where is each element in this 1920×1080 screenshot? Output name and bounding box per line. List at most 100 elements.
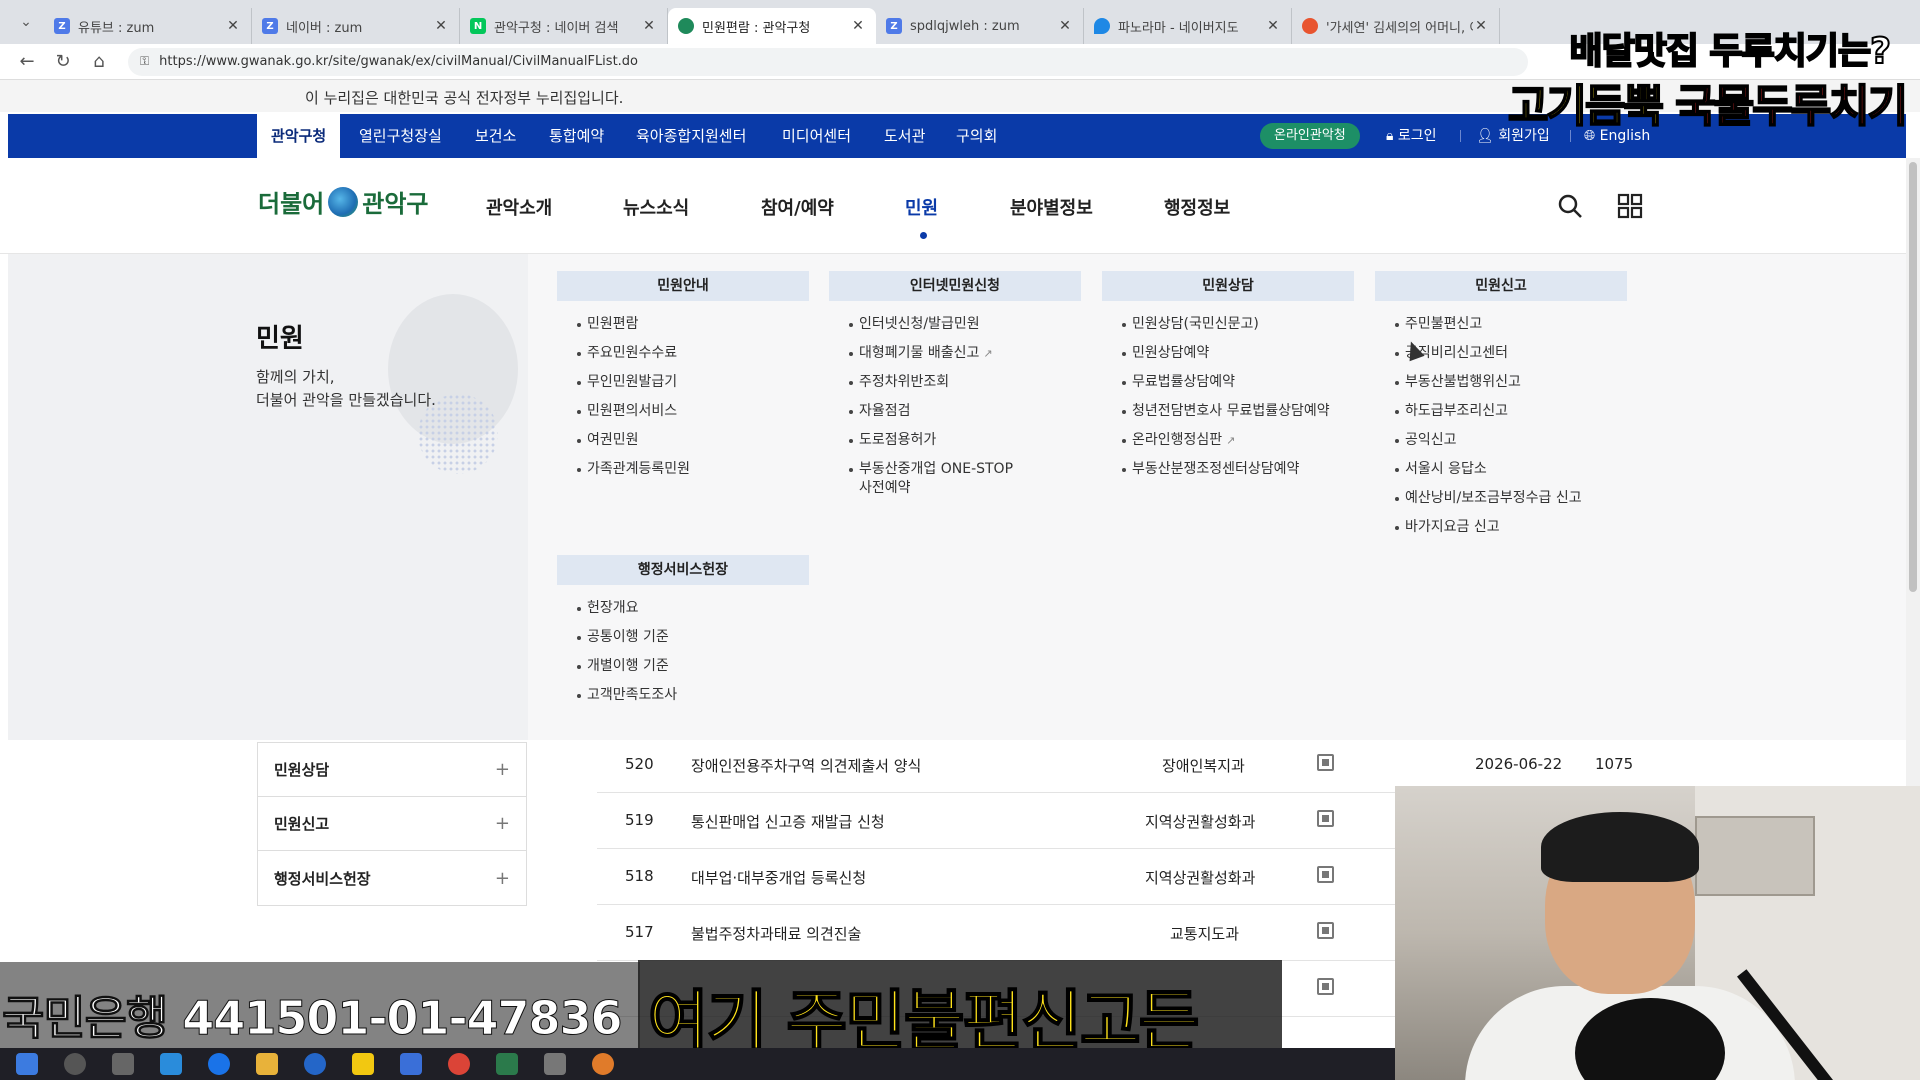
page-scrollbar[interactable] (1906, 158, 1920, 798)
app-icon[interactable] (352, 1053, 374, 1075)
menu-link[interactable]: 부동산분쟁조정센터상담예약 (1122, 460, 1354, 479)
browser-tab[interactable]: Z 유튜브 : zum ✕ (44, 8, 252, 44)
app-icon[interactable] (400, 1053, 422, 1075)
side-menu-charter[interactable]: 행정서비스헌장 + (258, 851, 526, 905)
scrollbar-thumb[interactable] (1909, 162, 1917, 592)
folder-icon[interactable] (256, 1053, 278, 1075)
app-icon[interactable] (544, 1053, 566, 1075)
row-title-link[interactable]: 장애인전용주차구역 의견제출서 양식 (691, 755, 921, 776)
start-icon[interactable] (16, 1053, 38, 1075)
menu-link[interactable]: 공직비리신고센터 (1395, 344, 1627, 363)
home-icon[interactable]: ⌂ (84, 47, 114, 77)
menu-participation[interactable]: 참여/예약 (761, 194, 834, 220)
row-title-link[interactable]: 불법주정차과태료 의견진술 (691, 923, 861, 944)
browser-tab[interactable]: N 관악구청 : 네이버 검색 ✕ (460, 8, 668, 44)
menu-field-info[interactable]: 분야별정보 (1010, 194, 1093, 220)
task-view-icon[interactable] (112, 1053, 134, 1075)
menu-link[interactable]: 자율점검 (849, 402, 1081, 421)
close-tab-icon[interactable]: ✕ (1265, 18, 1281, 34)
browser-tab[interactable]: Zspdlqjwleh : zum ✕ (876, 8, 1084, 44)
document-icon[interactable] (1317, 922, 1334, 939)
side-menu-consult[interactable]: 민원상담 + (258, 743, 526, 797)
login-link[interactable]: 🔒︎ 로그인 (1386, 114, 1437, 158)
topnav-item-mayor[interactable]: 열린구청장실 (359, 114, 442, 158)
menu-link[interactable]: 도로점용허가 (849, 431, 1081, 450)
column-heading[interactable]: 민원안내 (557, 271, 809, 301)
menu-link[interactable]: 하도급부조리신고 (1395, 402, 1627, 421)
menu-link[interactable]: 무인민원발급기 (577, 373, 809, 392)
search-icon[interactable] (1556, 192, 1584, 220)
topnav-item-reservation[interactable]: 통합예약 (549, 114, 604, 158)
site-info-icon[interactable]: ⚿ (140, 54, 149, 69)
menu-link[interactable]: 바가지요금 신고 (1395, 518, 1627, 537)
close-tab-icon[interactable]: ✕ (433, 18, 449, 34)
document-icon[interactable] (1317, 866, 1334, 883)
app-icon[interactable] (592, 1053, 614, 1075)
menu-link[interactable]: 대형폐기물 배출신고 ↗ (849, 344, 1081, 363)
edge-icon[interactable] (208, 1053, 230, 1075)
document-icon[interactable] (1317, 810, 1334, 827)
row-title-link[interactable]: 통신판매업 신고증 재발급 신청 (691, 811, 885, 832)
browser-tab-active[interactable]: 민원편람 : 관악구청 ✕ (668, 8, 876, 44)
menu-link[interactable]: 민원상담(국민신문고) (1122, 315, 1354, 334)
document-icon[interactable] (1317, 754, 1334, 771)
menu-admin-info[interactable]: 행정정보 (1164, 194, 1230, 220)
menu-about[interactable]: 관악소개 (486, 194, 552, 220)
menu-link[interactable]: 민원편람 (577, 315, 809, 334)
menu-link[interactable]: 주정차위반조회 (849, 373, 1081, 392)
close-tab-icon[interactable]: ✕ (225, 18, 241, 34)
browser-tab[interactable]: 파노라마 - 네이버지도 ✕ (1084, 8, 1292, 44)
side-menu-report[interactable]: 민원신고 + (258, 797, 526, 851)
column-heading[interactable]: 행정서비스헌장 (557, 555, 809, 585)
menu-link[interactable]: 고객만족도조사 (577, 686, 809, 705)
menu-civil[interactable]: 민원 (905, 194, 938, 220)
plus-icon[interactable]: + (495, 759, 510, 780)
column-heading[interactable]: 인터넷민원신청 (829, 271, 1081, 301)
browser-tab[interactable]: '가세연' 김세의의 어머니, 이 ✕ (1292, 8, 1500, 44)
column-heading[interactable]: 민원상담 (1102, 271, 1354, 301)
topnav-item-media[interactable]: 미디어센터 (782, 114, 851, 158)
menu-link[interactable]: 서울시 응답소 (1395, 460, 1627, 479)
topnav-item-health[interactable]: 보건소 (475, 114, 516, 158)
close-tab-icon[interactable]: ✕ (1473, 18, 1489, 34)
topnav-item-gwanak[interactable]: 관악구청 (257, 114, 341, 158)
menu-link[interactable]: 온라인행정심판 ↗ (1122, 431, 1354, 450)
plus-icon[interactable]: + (495, 868, 510, 889)
menu-link[interactable]: 민원편의서비스 (577, 402, 809, 421)
menu-link[interactable]: 개별이행 기준 (577, 657, 809, 676)
reload-icon[interactable]: ↻ (48, 47, 78, 77)
grid-menu-icon[interactable] (1616, 192, 1644, 220)
online-gwanak-button[interactable]: 온라인관악청 (1260, 123, 1360, 149)
menu-link-resident-complaint[interactable]: 주민불편신고 (1395, 315, 1627, 334)
menu-link[interactable]: 청년전담변호사 무료법률상담예약 (1122, 402, 1354, 421)
topnav-item-library[interactable]: 도서관 (884, 114, 925, 158)
menu-link[interactable]: 공통이행 기준 (577, 628, 809, 647)
tab-search-chevron-icon[interactable]: ⌄ (12, 8, 40, 36)
menu-link[interactable]: 주요민원수수료 (577, 344, 809, 363)
close-tab-icon[interactable]: ✕ (850, 18, 866, 34)
table-row[interactable]: 520 장애인전용주차구역 의견제출서 양식 장애인복지과 2026-06-22… (597, 737, 1637, 793)
row-title-link[interactable]: 대부업·대부중개업 등록신청 (691, 867, 866, 888)
menu-news[interactable]: 뉴스소식 (623, 194, 689, 220)
document-icon[interactable] (1317, 978, 1334, 995)
app-icon[interactable] (160, 1053, 182, 1075)
menu-link[interactable]: 여권민원 (577, 431, 809, 450)
menu-link[interactable]: 부동산중개업 ONE-STOP 사전예약 (849, 460, 1081, 498)
column-heading[interactable]: 민원신고 (1375, 271, 1627, 301)
close-tab-icon[interactable]: ✕ (1057, 18, 1073, 34)
menu-link[interactable]: 무료법률상담예약 (1122, 373, 1354, 392)
menu-link[interactable]: 공익신고 (1395, 431, 1627, 450)
close-tab-icon[interactable]: ✕ (641, 18, 657, 34)
menu-link[interactable]: 헌장개요 (577, 599, 809, 618)
url-input[interactable]: ⚿ https://www.gwanak.go.kr/site/gwanak/ex… (128, 47, 1528, 76)
back-arrow-icon[interactable]: ← (12, 47, 42, 77)
app-icon[interactable] (496, 1053, 518, 1075)
menu-link[interactable]: 인터넷신청/발급민원 (849, 315, 1081, 334)
menu-link[interactable]: 예산낭비/보조금부정수급 신고 (1395, 489, 1627, 508)
browser-tab[interactable]: Z 네이버 : zum ✕ (252, 8, 460, 44)
plus-icon[interactable]: + (495, 813, 510, 834)
site-logo[interactable]: 더불어 관악구 (258, 184, 429, 219)
ie-icon[interactable] (304, 1053, 326, 1075)
menu-link[interactable]: 부동산불법행위신고 (1395, 373, 1627, 392)
menu-link[interactable]: 민원상담예약 (1122, 344, 1354, 363)
